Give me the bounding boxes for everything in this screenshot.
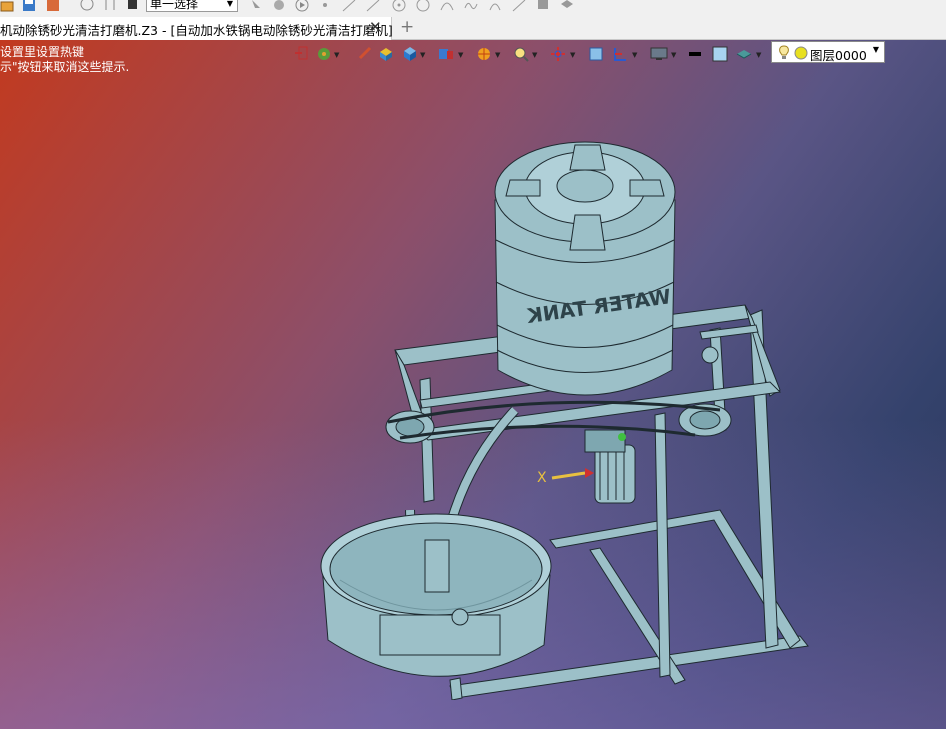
chevron-down-icon: ▼ bbox=[872, 45, 879, 54]
circle-icon[interactable] bbox=[416, 0, 430, 12]
layer-color-icon[interactable] bbox=[794, 46, 808, 60]
shaded-icon[interactable] bbox=[402, 46, 418, 62]
water-tank[interactable]: WATER TANK bbox=[494, 141, 676, 396]
close-tab-icon[interactable]: ✕ bbox=[369, 18, 382, 36]
point-icon[interactable] bbox=[318, 0, 332, 12]
hint-line-2: 示"按钮来取消这些提示. bbox=[0, 60, 130, 74]
rotate-axis-icon[interactable] bbox=[550, 46, 566, 62]
play-icon[interactable] bbox=[295, 0, 309, 12]
layer-manager-icon[interactable] bbox=[736, 46, 752, 62]
motor[interactable] bbox=[584, 429, 636, 504]
chevron-down-icon[interactable]: ▼ bbox=[420, 51, 425, 59]
save-icon[interactable] bbox=[22, 0, 36, 12]
open-folder-icon[interactable] bbox=[0, 0, 14, 12]
hint-line-1: 设置里设置热键 bbox=[0, 45, 85, 59]
pen-icon[interactable] bbox=[358, 46, 372, 60]
basin[interactable] bbox=[320, 513, 552, 677]
face-color-icon[interactable] bbox=[712, 46, 728, 62]
axis-triad: X bbox=[537, 468, 594, 486]
view-cube-icon[interactable] bbox=[612, 46, 628, 62]
pick-icon[interactable] bbox=[103, 0, 117, 12]
shaded-edges-icon[interactable] bbox=[378, 46, 394, 62]
circle-center-icon[interactable] bbox=[392, 0, 406, 12]
filter-icon[interactable] bbox=[127, 0, 139, 12]
cad-model[interactable]: X WATER TANK bbox=[300, 100, 820, 700]
hint-text: 设置里设置热键 示"按钮来取消这些提示. bbox=[0, 45, 129, 75]
chevron-down-icon: ▼ bbox=[226, 0, 233, 8]
chevron-down-icon[interactable]: ▼ bbox=[570, 51, 575, 59]
selection-mode-select[interactable]: 单一选择 ▼ bbox=[146, 0, 238, 12]
line-icon[interactable] bbox=[342, 0, 356, 12]
selection-mode-value: 单一选择 bbox=[150, 0, 199, 11]
fill-icon[interactable] bbox=[536, 0, 550, 12]
layer-select[interactable]: 图层0000 ▼ bbox=[771, 41, 885, 63]
polyline-icon[interactable] bbox=[366, 0, 380, 12]
exit-icon[interactable] bbox=[294, 46, 308, 60]
chevron-down-icon[interactable]: ▼ bbox=[532, 51, 537, 59]
arc-3pt-icon[interactable] bbox=[488, 0, 502, 12]
chevron-down-icon[interactable]: ▼ bbox=[334, 51, 339, 59]
select-arrow-icon[interactable] bbox=[250, 0, 264, 12]
axis-x-label: X bbox=[537, 470, 547, 486]
chevron-down-icon[interactable]: ▼ bbox=[632, 51, 637, 59]
section-view-icon[interactable] bbox=[438, 46, 454, 62]
document-tab[interactable]: 机动除锈砂光清洁打磨机.Z3 - [自动加水铁锅电动除锈砂光清洁打磨机] ✕ bbox=[0, 17, 393, 40]
document-tab-bar: 机动除锈砂光清洁打磨机.Z3 - [自动加水铁锅电动除锈砂光清洁打磨机] ✕ + bbox=[0, 17, 946, 40]
lightbulb-icon[interactable] bbox=[778, 45, 790, 60]
fit-view-icon[interactable] bbox=[588, 46, 604, 62]
export-icon[interactable] bbox=[46, 0, 60, 12]
arc-icon[interactable] bbox=[440, 0, 454, 12]
spline-icon[interactable] bbox=[464, 0, 478, 12]
new-tab-button[interactable]: + bbox=[400, 17, 414, 37]
history-icon[interactable] bbox=[80, 0, 94, 12]
select-box-icon[interactable] bbox=[272, 0, 286, 12]
display-icon[interactable] bbox=[650, 46, 668, 62]
slash-line-icon[interactable] bbox=[512, 0, 526, 12]
zoom-icon[interactable] bbox=[513, 46, 529, 62]
chevron-down-icon[interactable]: ▼ bbox=[495, 51, 500, 59]
chevron-down-icon[interactable]: ▼ bbox=[756, 51, 761, 59]
layers-icon[interactable] bbox=[560, 0, 574, 12]
main-toolbar: 单一选择 ▼ bbox=[0, 0, 946, 17]
document-tab-label: 机动除锈砂光清洁打磨机.Z3 - [自动加水铁锅电动除锈砂光清洁打磨机] bbox=[0, 23, 393, 38]
filter-pick-icon[interactable] bbox=[316, 46, 332, 62]
chevron-down-icon[interactable]: ▼ bbox=[671, 51, 676, 59]
layer-name: 图层0000 bbox=[810, 48, 867, 63]
3d-viewport[interactable]: 设置里设置热键 示"按钮来取消这些提示. ▼ ▼ ▼ ▼ ▼ ▼ ▼ ▼ ▼ 图… bbox=[0, 40, 946, 729]
line-color-icon[interactable] bbox=[688, 46, 702, 60]
render-mode-icon[interactable] bbox=[476, 46, 492, 62]
chevron-down-icon[interactable]: ▼ bbox=[458, 51, 463, 59]
